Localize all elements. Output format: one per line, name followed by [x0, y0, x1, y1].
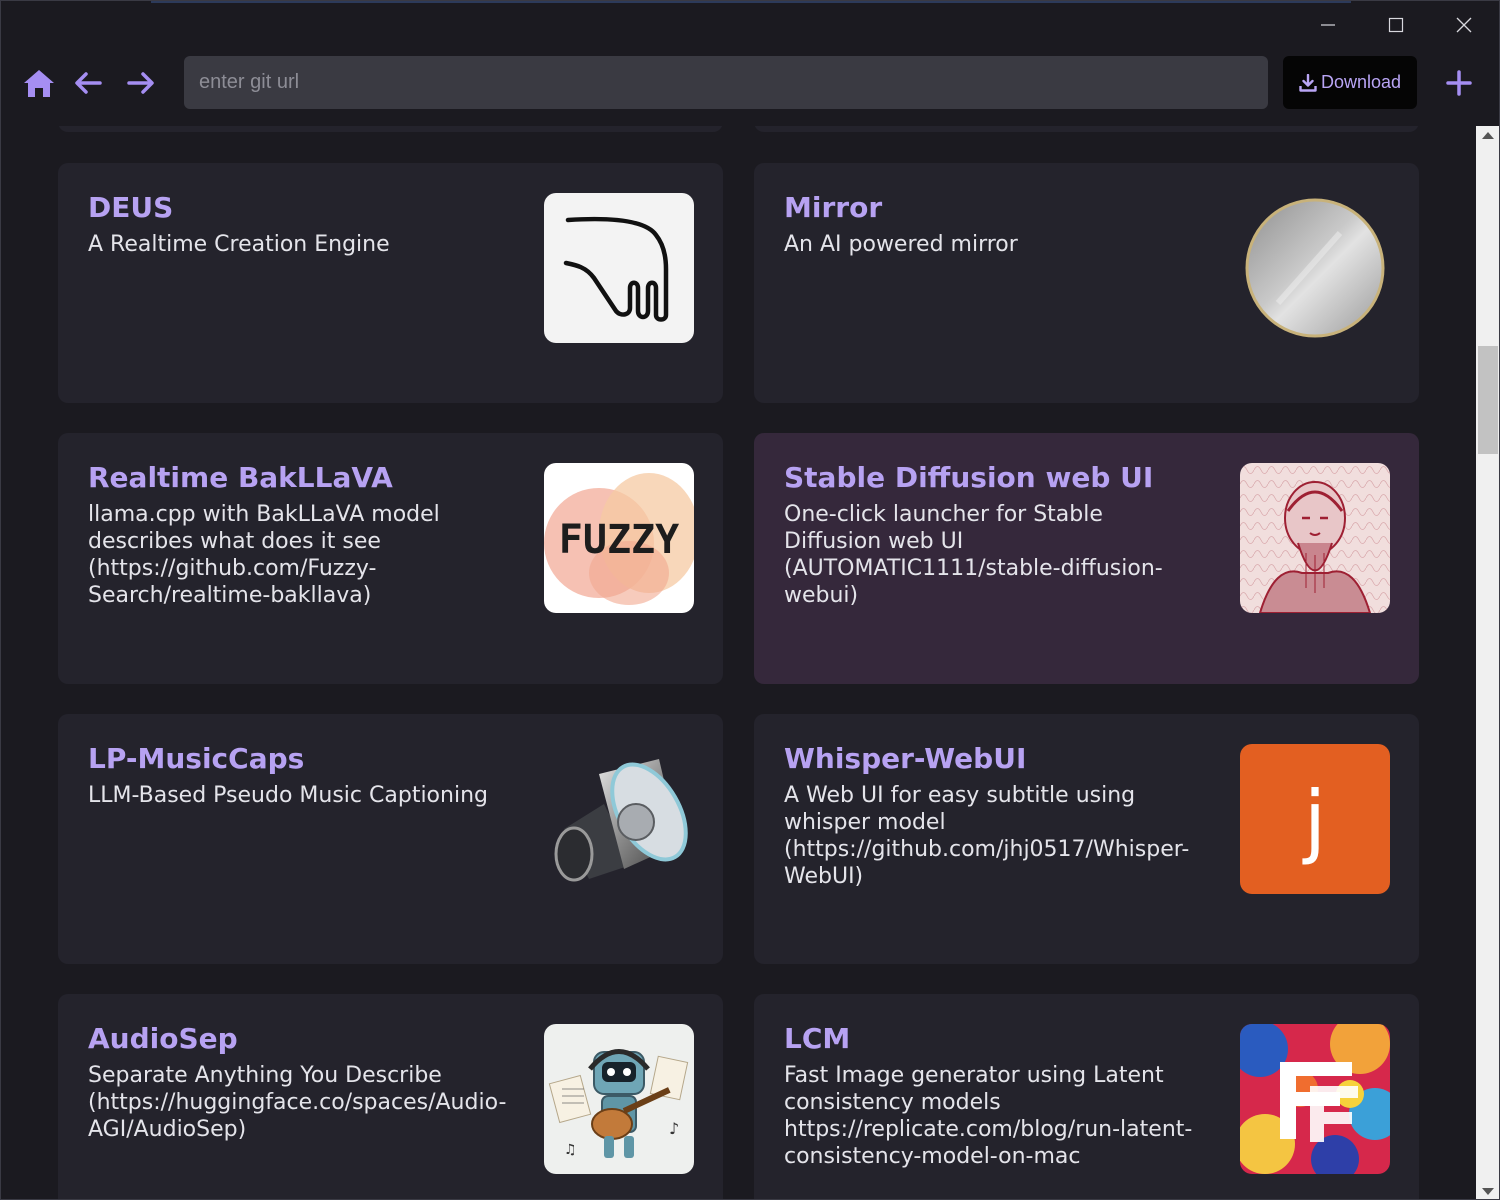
- home-button[interactable]: [17, 61, 61, 105]
- app-title: LCM: [784, 1022, 851, 1055]
- home-icon: [24, 70, 54, 97]
- app-title: Whisper-WebUI: [784, 742, 1027, 775]
- app-card-stable-diffusion[interactable]: Stable Diffusion web UI One-click launch…: [754, 433, 1419, 684]
- app-card-lcm[interactable]: LCM Fast Image generator using Latent co…: [754, 994, 1419, 1199]
- app-description: One-click launcher for Stable Diffusion …: [784, 502, 1163, 608]
- close-icon: [1456, 17, 1472, 33]
- maximize-icon: [1388, 17, 1404, 33]
- robot-guitar-icon: ♪ ♫: [544, 1024, 694, 1174]
- app-description: A Web UI for easy subtitle using whisper…: [784, 783, 1190, 889]
- plus-icon: [1446, 70, 1472, 96]
- forward-button[interactable]: [119, 61, 163, 105]
- arrow-right-icon: [127, 72, 154, 94]
- app-description: Separate Anything You Describe (https://…: [88, 1063, 507, 1142]
- app-grid: DEUS A Realtime Creation Engine Mirror A…: [1, 126, 1476, 1199]
- arrow-left-icon: [75, 72, 102, 94]
- app-description: An AI powered mirror: [784, 232, 1018, 257]
- vertical-scrollbar[interactable]: [1476, 126, 1499, 1199]
- back-button[interactable]: [66, 61, 110, 105]
- scrollbar-thumb[interactable]: [1478, 346, 1498, 454]
- colorful-f-logo-icon: [1240, 1024, 1390, 1174]
- minimize-icon: [1321, 24, 1335, 26]
- app-card[interactable]: [754, 126, 1419, 132]
- app-card-audiosep[interactable]: AudioSep Separate Anything You Describe …: [58, 994, 723, 1199]
- app-description: A Realtime Creation Engine: [88, 232, 390, 257]
- letter-j-logo-icon: j: [1240, 744, 1390, 894]
- round-mirror-icon: [1240, 193, 1390, 343]
- minimize-button[interactable]: [1306, 7, 1350, 43]
- scroll-down-icon[interactable]: [1482, 1188, 1494, 1195]
- download-button[interactable]: Download: [1283, 56, 1417, 109]
- app-card-lp-musiccaps[interactable]: LP-MusicCaps LLM-Based Pseudo Music Capt…: [58, 714, 723, 964]
- svg-text:♪: ♪: [669, 1119, 679, 1138]
- j-logo-text: j: [1302, 774, 1326, 867]
- engraved-portrait-icon: [1240, 463, 1390, 613]
- maximize-button[interactable]: [1374, 7, 1418, 43]
- window-top-accent: [151, 1, 1351, 3]
- add-button[interactable]: [1437, 61, 1481, 105]
- app-window: Download DEUS A Realtime Creation Engine…: [0, 0, 1500, 1200]
- app-title: Mirror: [784, 191, 883, 224]
- app-description: llama.cpp with BakLLaVA model describes …: [88, 502, 440, 608]
- app-card-whisper-webui[interactable]: Whisper-WebUI A Web UI for easy subtitle…: [754, 714, 1419, 964]
- close-button[interactable]: [1442, 7, 1486, 43]
- fuzzy-logo-icon: FUZZY: [544, 463, 694, 613]
- download-icon: [1299, 73, 1317, 92]
- app-title: AudioSep: [88, 1022, 238, 1055]
- app-card-deus[interactable]: DEUS A Realtime Creation Engine: [58, 163, 723, 403]
- download-label: Download: [1320, 72, 1402, 92]
- git-url-input[interactable]: [184, 56, 1268, 109]
- app-description: Fast Image generator using Latent consis…: [784, 1063, 1193, 1169]
- scroll-up-icon[interactable]: [1482, 132, 1494, 139]
- app-title: LP-MusicCaps: [88, 742, 305, 775]
- app-card-realtime-bakllava[interactable]: Realtime BakLLaVA llama.cpp with BakLLaV…: [58, 433, 723, 684]
- app-title: Realtime BakLLaVA: [88, 461, 393, 494]
- app-title: DEUS: [88, 191, 174, 224]
- app-card-mirror[interactable]: Mirror An AI powered mirror: [754, 163, 1419, 403]
- app-card[interactable]: [58, 126, 723, 132]
- fuzzy-logo-text: FUZZY: [559, 517, 679, 563]
- hand-sketch-logo-icon: [544, 193, 694, 343]
- app-description: LLM-Based Pseudo Music Captioning: [88, 783, 488, 808]
- speaker-icon: [544, 744, 694, 894]
- svg-text:♫: ♫: [564, 1142, 577, 1158]
- app-title: Stable Diffusion web UI: [784, 461, 1154, 494]
